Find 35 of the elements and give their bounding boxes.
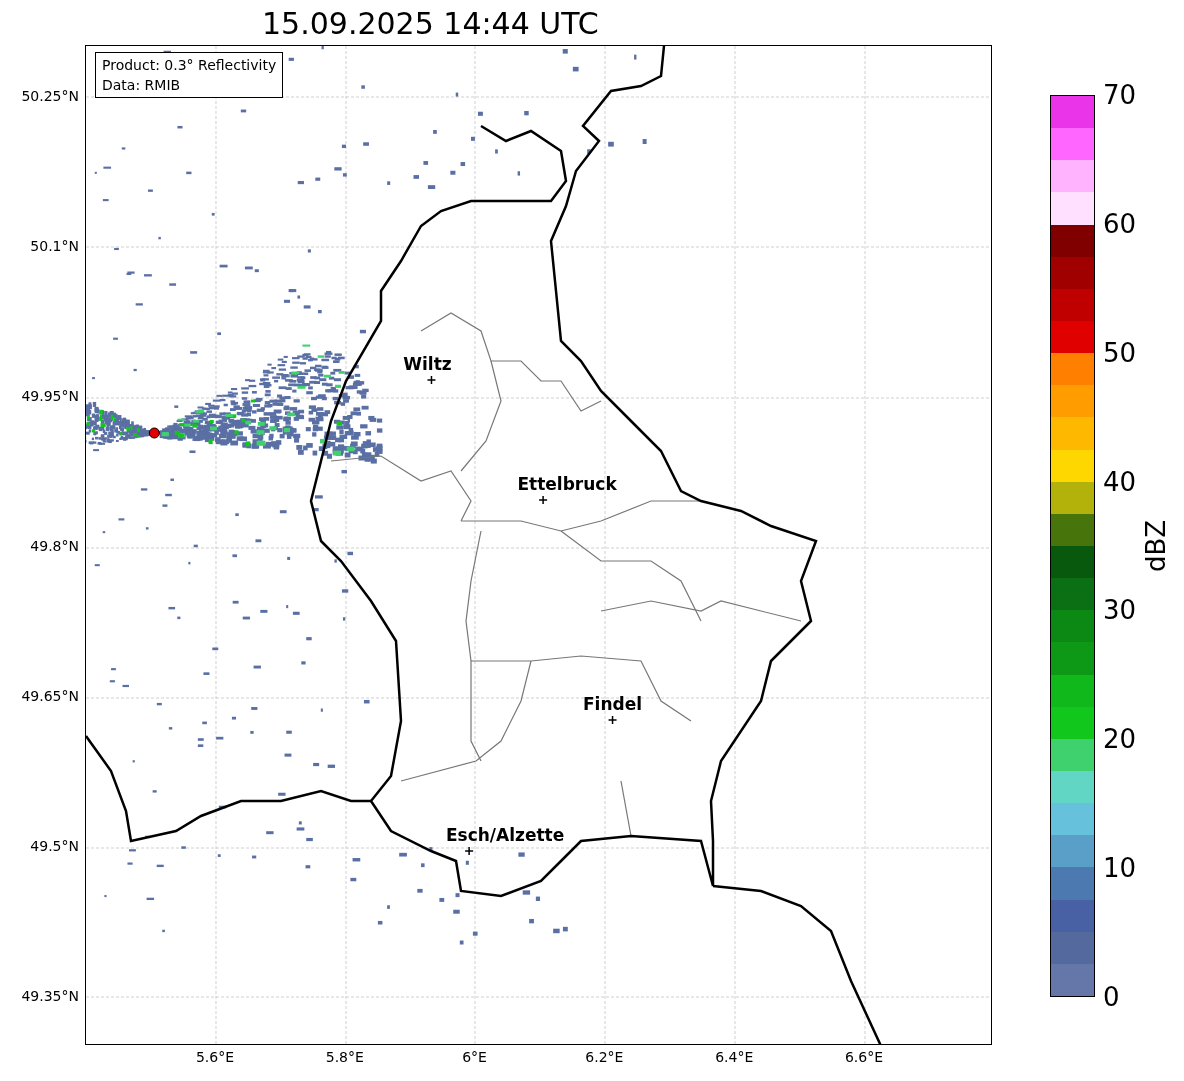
longitude-label: 6.4°E (714, 1048, 755, 1067)
city-marker-icon (607, 715, 618, 725)
chart-title: 15.09.2025 14:44 UTC (262, 6, 599, 41)
longitude-label: 6.2°E (584, 1048, 625, 1067)
colorbar-tick-label: 60 (1103, 209, 1137, 238)
city-marker-icon (464, 846, 474, 856)
city-marker-icon (426, 375, 437, 385)
colorbar-tick-label: 10 (1103, 854, 1137, 883)
info-text: Data: RMIB (102, 76, 182, 95)
colorbar-tick-label: 20 (1103, 725, 1137, 754)
latitude-label: 50.25°N (21, 87, 79, 106)
latitude-label: 49.5°N (30, 837, 79, 856)
city-label: Findel (583, 694, 643, 714)
info-text: Product: 0.3° Reflectivity (102, 56, 277, 75)
latitude-label: 49.65°N (21, 687, 79, 706)
colorbar-tick-label: 30 (1103, 596, 1137, 625)
city-label: Esch/Alzette (445, 825, 565, 845)
colorbar-tick-label: 40 (1103, 467, 1137, 496)
latitude-label: 49.95°N (21, 387, 79, 406)
city-label: Ettelbruck (517, 474, 617, 494)
colorbar-label: dBZ (1141, 519, 1172, 573)
city-label: Wiltz (403, 354, 452, 374)
longitude-label: 6°E (461, 1048, 488, 1067)
district-border-line (620, 780, 632, 837)
colorbar-tick-label: 50 (1103, 338, 1137, 367)
longitude-label: 5.8°E (324, 1048, 365, 1067)
colorbar-tick-label: 70 (1103, 81, 1137, 109)
latitude-label: 49.8°N (30, 537, 79, 556)
radar-site-marker (148, 427, 160, 439)
latitude-label: 49.35°N (21, 987, 79, 1006)
longitude-label: 6.6°E (843, 1048, 885, 1067)
latitude-label: 50.1°N (30, 237, 79, 256)
longitude-label: 5.6°E (194, 1048, 236, 1067)
colorbar-tick-label: 0 (1103, 982, 1121, 1011)
city-marker-icon (538, 495, 548, 505)
